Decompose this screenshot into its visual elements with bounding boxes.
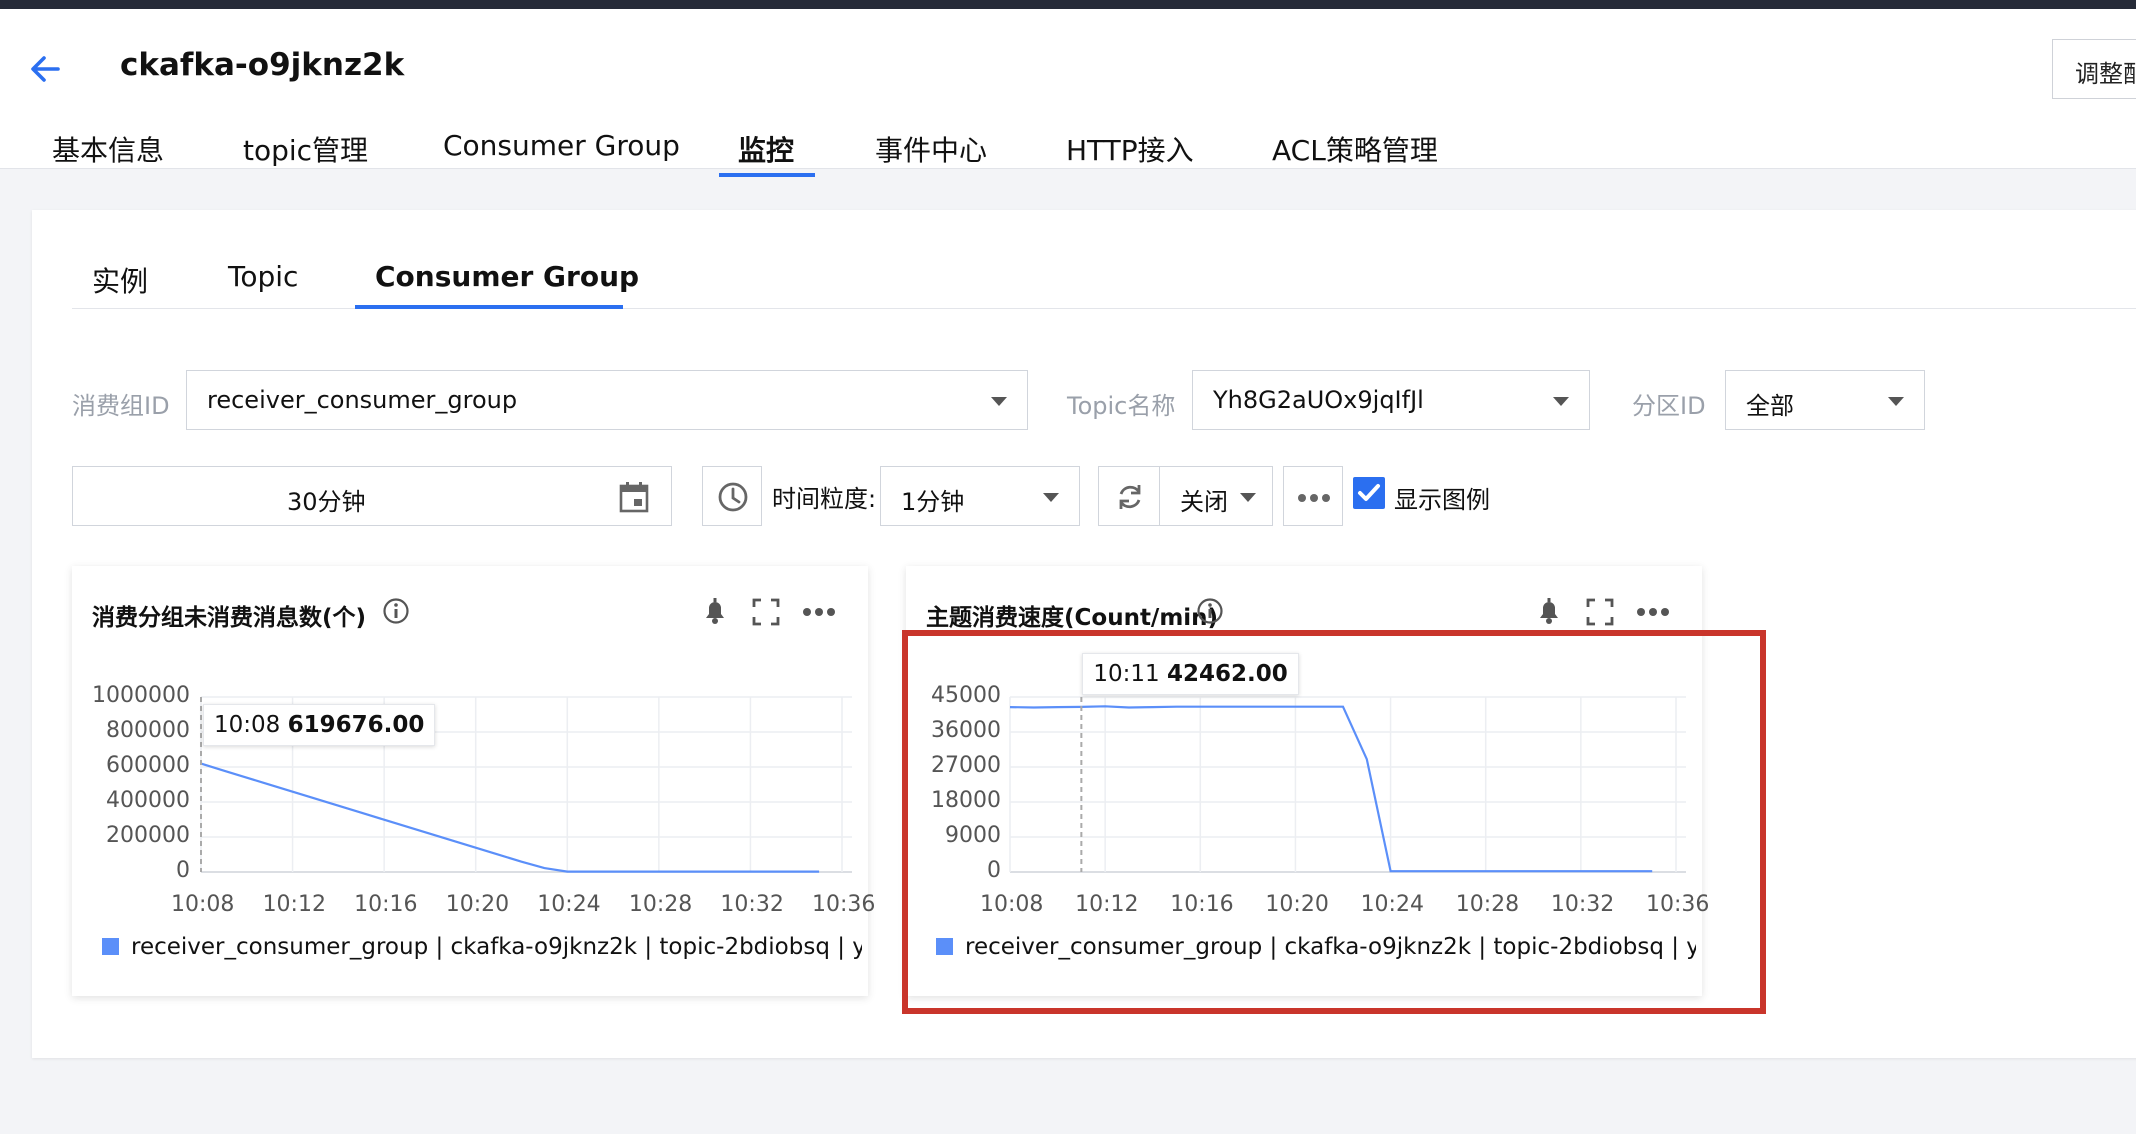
chart-legend[interactable]: receiver_consumer_group | ckafka-o9jknz2… bbox=[102, 934, 862, 960]
show-legend-checkbox[interactable] bbox=[1352, 476, 1386, 510]
topic-name-label: Topic名称 bbox=[1067, 392, 1176, 420]
x-tick-label: 10:20 bbox=[445, 892, 510, 917]
legend-series-name: receiver_consumer_group | ckafka-o9jknz2… bbox=[131, 934, 862, 960]
more-icon bbox=[1298, 494, 1330, 502]
adjust-config-button[interactable]: 调整配 bbox=[2052, 39, 2136, 99]
granularity-select[interactable]: 1分钟 bbox=[880, 466, 1080, 526]
topic-name-select[interactable]: Yh8G2aUOx9jqIfJl bbox=[1192, 370, 1590, 430]
page-header: ckafka-o9jknz2k 调整配 基本信息 topic管理 Consume… bbox=[0, 9, 2136, 177]
granularity-value: 1分钟 bbox=[901, 488, 965, 516]
x-tick-label: 10:12 bbox=[262, 892, 326, 917]
clock-icon bbox=[718, 482, 748, 512]
y-tick-label: 200000 bbox=[106, 823, 190, 848]
more-options-button[interactable] bbox=[1283, 466, 1343, 526]
x-tick-label: 10:36 bbox=[812, 892, 876, 917]
top-bar bbox=[0, 0, 2136, 9]
chevron-down-icon bbox=[1240, 493, 1256, 502]
tooltip-value: 619676.00 bbox=[287, 712, 425, 738]
active-tab-indicator bbox=[719, 173, 815, 177]
x-tick-label: 10:32 bbox=[720, 892, 784, 917]
x-tick-label: 10:28 bbox=[628, 892, 693, 917]
tab-event-center[interactable]: 事件中心 bbox=[875, 129, 987, 169]
y-tick-label: 0 bbox=[176, 858, 190, 883]
tab-consumer-group[interactable]: Consumer Group bbox=[443, 129, 680, 162]
partition-id-select[interactable]: 全部 bbox=[1725, 370, 1925, 430]
tooltip-time: 10:08 bbox=[214, 712, 288, 738]
highlight-annotation-box bbox=[902, 630, 1766, 1014]
time-range-value: 30分钟 bbox=[287, 488, 366, 516]
calendar-icon bbox=[619, 482, 649, 513]
chevron-down-icon bbox=[1553, 397, 1569, 406]
partition-id-value: 全部 bbox=[1746, 392, 1794, 420]
active-subtab-indicator bbox=[355, 305, 623, 309]
tab-acl-policy[interactable]: ACL策略管理 bbox=[1272, 129, 1438, 169]
instance-title: ckafka-o9jknz2k bbox=[120, 47, 405, 83]
partition-id-label: 分区ID bbox=[1632, 392, 1706, 420]
chart-card-lag: 消费分组未消费消息数(个) receiver_consumer_group | … bbox=[72, 566, 875, 996]
group-id-label: 消费组ID bbox=[72, 392, 170, 420]
series-line bbox=[200, 762, 820, 873]
show-legend-label: 显示图例 bbox=[1394, 486, 1490, 514]
group-id-select[interactable]: receiver_consumer_group bbox=[186, 370, 1028, 430]
auto-refresh-select[interactable]: 关闭 bbox=[1159, 466, 1273, 526]
chart-tooltip: 10:08 619676.00 bbox=[203, 704, 436, 746]
chevron-down-icon bbox=[991, 397, 1007, 406]
refresh-button[interactable] bbox=[1098, 466, 1160, 526]
time-range-picker[interactable]: 30分钟 bbox=[72, 466, 672, 526]
granularity-label: 时间粒度: bbox=[772, 485, 877, 513]
x-tick-label: 10:08 bbox=[171, 892, 235, 917]
x-tick-label: 10:16 bbox=[354, 892, 418, 917]
subtab-consumer-group[interactable]: Consumer Group bbox=[375, 260, 639, 293]
y-tick-label: 600000 bbox=[106, 753, 190, 778]
tab-http-access[interactable]: HTTP接入 bbox=[1066, 129, 1194, 169]
chevron-down-icon bbox=[1043, 493, 1059, 502]
x-tick-label: 10:24 bbox=[537, 892, 601, 917]
y-tick-label: 800000 bbox=[106, 718, 190, 743]
tab-monitoring[interactable]: 监控 bbox=[738, 129, 794, 169]
group-id-value: receiver_consumer_group bbox=[207, 386, 518, 414]
subtab-instance[interactable]: 实例 bbox=[92, 260, 148, 300]
y-tick-label: 1000000 bbox=[92, 683, 190, 708]
auto-refresh-value: 关闭 bbox=[1180, 488, 1228, 516]
refresh-icon bbox=[1119, 485, 1141, 509]
legend-swatch bbox=[102, 938, 119, 955]
chart-plot-area[interactable] bbox=[72, 566, 868, 926]
back-arrow-icon[interactable] bbox=[24, 47, 68, 91]
topic-name-value: Yh8G2aUOx9jqIfJl bbox=[1213, 386, 1424, 414]
subtab-topic[interactable]: Topic bbox=[228, 260, 298, 293]
granularity-clock-button[interactable] bbox=[702, 466, 762, 526]
chevron-down-icon bbox=[1888, 397, 1904, 406]
y-tick-label: 400000 bbox=[106, 788, 190, 813]
tab-basic-info[interactable]: 基本信息 bbox=[52, 129, 164, 169]
tab-topic-management[interactable]: topic管理 bbox=[243, 129, 368, 169]
